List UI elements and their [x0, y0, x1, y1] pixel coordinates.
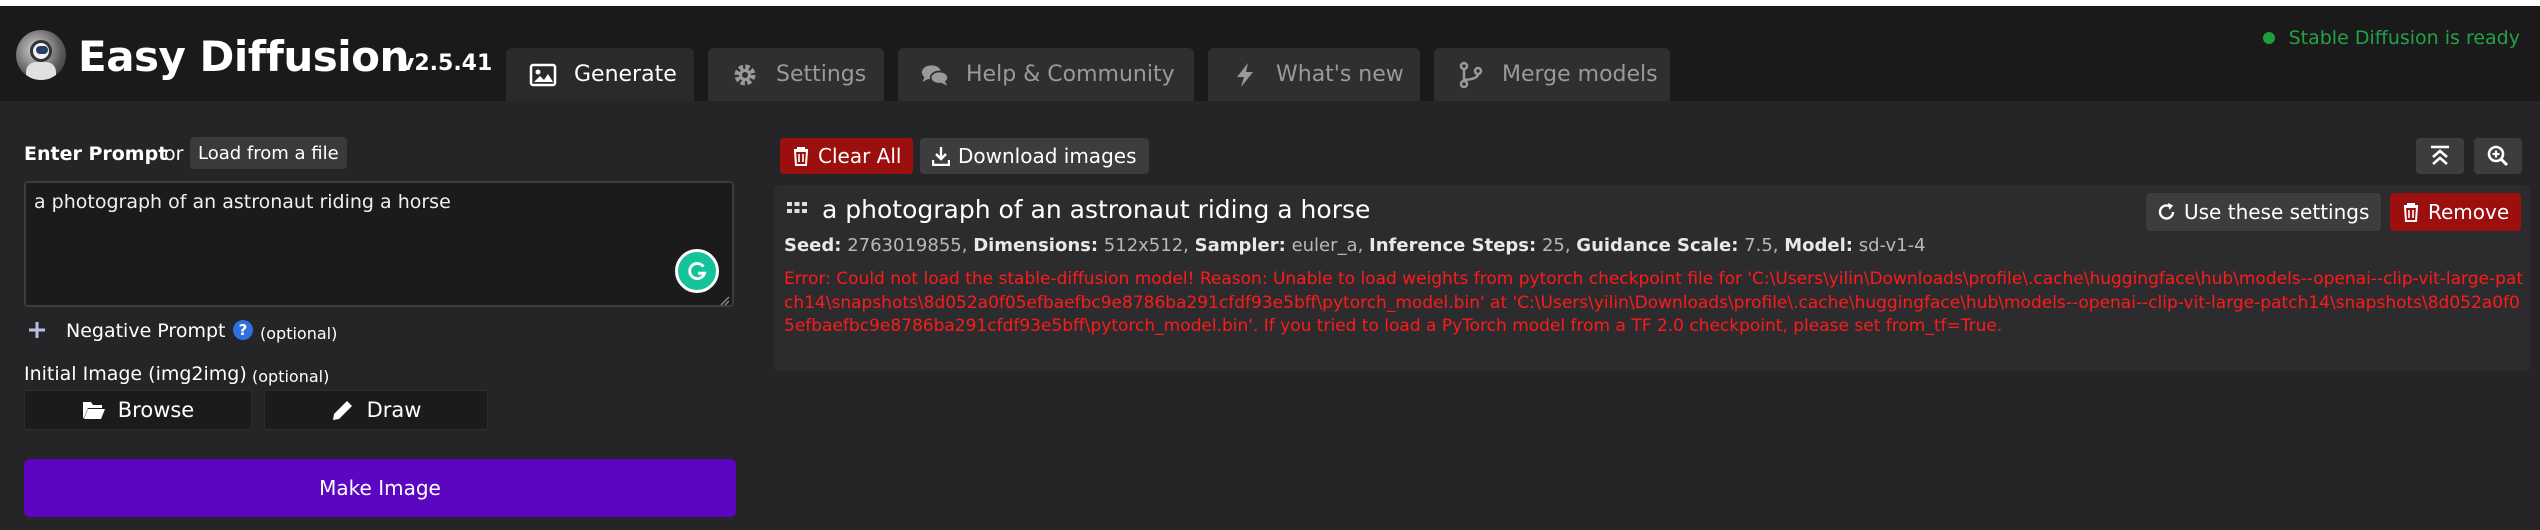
- browse-label: Browse: [117, 398, 195, 422]
- tab-label: Help & Community: [966, 62, 1175, 87]
- gear-icon: [730, 60, 760, 90]
- status-text: Stable Diffusion is ready: [2288, 27, 2520, 49]
- results-panel: Clear All Download images a photograph o…: [760, 101, 2540, 530]
- trash-icon: [2403, 203, 2419, 222]
- tab-whats-new[interactable]: What's new: [1208, 48, 1420, 101]
- task-prompt-text: a photograph of an astronaut riding a ho…: [822, 195, 1371, 224]
- help-question-icon[interactable]: ?: [233, 320, 253, 340]
- make-image-button[interactable]: Make Image: [24, 459, 736, 517]
- tab-help-community[interactable]: Help & Community: [898, 48, 1194, 101]
- dimensions-key: Dimensions:: [973, 235, 1099, 256]
- grip-icon[interactable]: [786, 201, 808, 219]
- init-image-optional-note: (optional): [252, 367, 330, 386]
- status-dot-icon: [2262, 32, 2275, 44]
- sampler-key: Sampler:: [1194, 235, 1286, 256]
- download-images-label: Download images: [958, 144, 1137, 168]
- header-bar: Easy Diffusion v2.5.41 Generate Settings…: [0, 6, 2540, 101]
- task-entry: a photograph of an astronaut riding a ho…: [774, 185, 2530, 371]
- tab-label: Settings: [776, 62, 867, 87]
- remove-task-button[interactable]: Remove: [2390, 193, 2522, 231]
- prompt-textarea[interactable]: a photograph of an astronaut riding a ho…: [24, 181, 734, 307]
- expand-plus-icon[interactable]: [26, 319, 48, 341]
- redo-icon: [2158, 203, 2175, 220]
- negative-prompt-toggle[interactable]: Negative Prompt: [66, 320, 225, 342]
- or-text: or: [164, 143, 184, 165]
- steps-key: Inference Steps:: [1369, 235, 1537, 256]
- code-fork-icon: [1456, 60, 1486, 90]
- comments-icon: [920, 60, 950, 90]
- image-icon: [528, 60, 558, 90]
- magnify-plus-icon: [2487, 145, 2509, 167]
- angles-up-icon: [2431, 145, 2449, 165]
- prompt-label: Enter Prompt: [24, 143, 168, 165]
- tab-generate[interactable]: Generate: [506, 48, 694, 101]
- tab-label: What's new: [1276, 62, 1404, 87]
- app-version: v2.5.41: [400, 51, 493, 76]
- sampler-value: euler_a: [1291, 235, 1358, 256]
- remove-label: Remove: [2428, 200, 2510, 224]
- clear-all-label: Clear All: [818, 144, 902, 168]
- seed-key: Seed:: [784, 235, 842, 256]
- draw-button[interactable]: Draw: [264, 390, 488, 430]
- resize-handle-icon[interactable]: [718, 291, 730, 306]
- trash-icon: [793, 147, 809, 166]
- download-icon: [932, 147, 950, 166]
- editor-panel: Enter Prompt or Load from a file a photo…: [0, 101, 760, 530]
- folder-open-icon: [82, 402, 105, 419]
- steps-value: 25: [1541, 235, 1565, 256]
- tab-label: Merge models: [1502, 62, 1658, 87]
- use-settings-label: Use these settings: [2184, 200, 2370, 224]
- download-images-button[interactable]: Download images: [920, 138, 1149, 174]
- zoom-button[interactable]: [2474, 138, 2522, 174]
- seed-value: 2763019855: [847, 235, 962, 256]
- app-window: Easy Diffusion v2.5.41 Generate Settings…: [0, 6, 2540, 530]
- grammarly-icon[interactable]: [675, 249, 719, 293]
- clear-all-button[interactable]: Clear All: [780, 138, 914, 174]
- task-settings-summary: Seed: 2763019855, Dimensions: 512x512, S…: [784, 235, 1926, 256]
- server-status: Stable Diffusion is ready: [2262, 27, 2520, 49]
- tab-label: Generate: [574, 62, 677, 87]
- model-value: sd-v1-4: [1858, 235, 1926, 256]
- tab-settings[interactable]: Settings: [708, 48, 884, 101]
- use-these-settings-button[interactable]: Use these settings: [2146, 193, 2382, 231]
- dimensions-value: 512x512: [1103, 235, 1184, 256]
- draw-label: Draw: [366, 398, 422, 422]
- negative-optional-note: (optional): [260, 324, 338, 343]
- guidance-key: Guidance Scale:: [1576, 235, 1739, 256]
- tab-merge-models[interactable]: Merge models: [1434, 48, 1670, 101]
- guidance-value: 7.5: [1744, 235, 1773, 256]
- load-from-file-button[interactable]: Load from a file: [190, 137, 347, 169]
- app-title: Easy Diffusion: [78, 32, 409, 81]
- bolt-icon: [1230, 60, 1260, 90]
- model-key: Model:: [1784, 235, 1853, 256]
- collapse-all-button[interactable]: [2416, 138, 2464, 174]
- error-message: Error: Could not load the stable-diffusi…: [784, 269, 2524, 336]
- pencil-icon: [332, 401, 352, 420]
- init-image-label: Initial Image (img2img): [24, 363, 247, 385]
- app-logo: [16, 30, 66, 80]
- browse-button[interactable]: Browse: [24, 390, 252, 430]
